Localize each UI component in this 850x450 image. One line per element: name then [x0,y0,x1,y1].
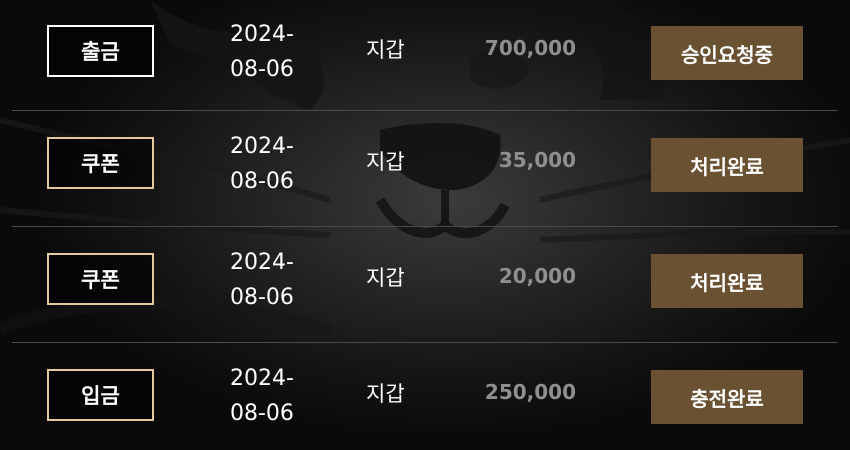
transaction-type-badge: 쿠폰 [47,137,154,189]
transaction-date: 2024- 08-06 [230,366,294,426]
transaction-date: 2024- 08-06 [230,22,294,82]
transaction-date: 2024- 08-06 [230,250,294,310]
transaction-type-badge: 쿠폰 [47,253,154,305]
transaction-source: 지갑 [366,266,405,290]
transaction-date: 2024- 08-06 [230,134,294,194]
transaction-source: 지갑 [366,150,405,174]
transaction-row: 쿠폰 2024- 08-06 지갑 35,000 처리완료 [0,110,850,220]
transaction-row: 쿠폰 2024- 08-06 지갑 20,000 처리완료 [0,226,850,336]
transaction-amount: 700,000 [484,36,576,60]
transaction-amount: 20,000 [498,264,576,288]
transaction-status-button[interactable]: 승인요청중 [651,26,803,80]
transaction-status-button[interactable]: 충전완료 [651,370,803,424]
transaction-source: 지갑 [366,38,405,62]
transaction-history-page: 출금 2024- 08-06 지갑 700,000 승인요청중 쿠폰 2024-… [0,0,850,450]
transaction-status-button[interactable]: 처리완료 [651,138,803,192]
transaction-status-button[interactable]: 처리완료 [651,254,803,308]
transaction-amount: 250,000 [484,380,576,404]
transaction-list: 출금 2024- 08-06 지갑 700,000 승인요청중 쿠폰 2024-… [0,0,850,450]
transaction-amount: 35,000 [498,148,576,172]
transaction-source: 지갑 [366,382,405,406]
transaction-row: 입금 2024- 08-06 지갑 250,000 충전완료 [0,342,850,450]
transaction-type-badge: 입금 [47,369,154,421]
transaction-row: 출금 2024- 08-06 지갑 700,000 승인요청중 [0,0,850,108]
transaction-type-badge: 출금 [47,25,154,77]
